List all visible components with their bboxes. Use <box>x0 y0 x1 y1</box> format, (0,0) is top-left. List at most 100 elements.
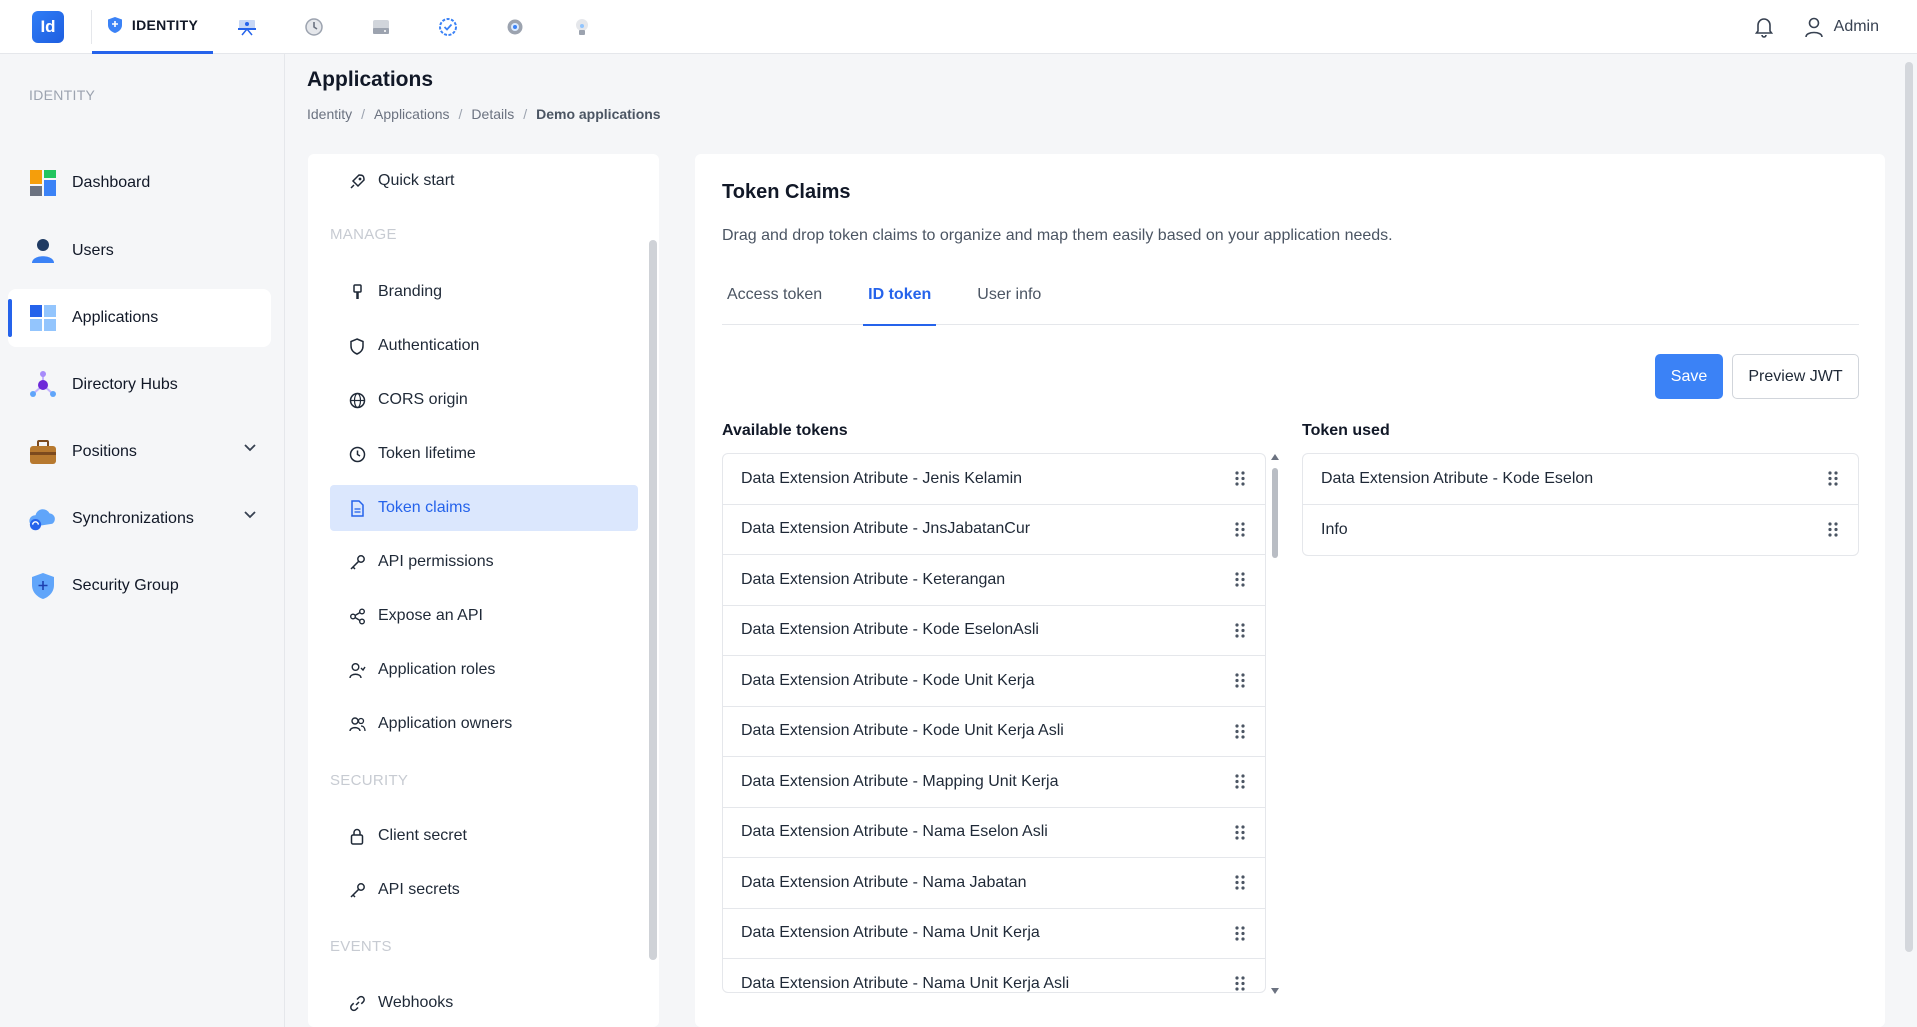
tab-access-token[interactable]: Access token <box>722 264 827 325</box>
page-scrollbar[interactable] <box>1905 62 1913 952</box>
drag-handle-icon[interactable] <box>1235 622 1245 638</box>
users-icon <box>348 715 366 733</box>
available-list-scrollbar[interactable] <box>1270 454 1280 994</box>
shield-icon <box>107 17 122 33</box>
scroll-thumb[interactable] <box>1272 468 1278 558</box>
token-row[interactable]: Data Extension Atribute - Nama Unit Kerj… <box>723 959 1265 993</box>
chevron-down-icon <box>244 444 256 452</box>
menu-item-application-owners[interactable]: Application owners <box>330 701 638 747</box>
tab-ideas[interactable] <box>548 0 615 54</box>
user-name[interactable]: Admin <box>1834 18 1879 36</box>
menu-item-cors-origin[interactable]: CORS origin <box>330 377 638 423</box>
menu-item-label: API secrets <box>378 881 460 898</box>
user-icon[interactable] <box>1804 16 1824 38</box>
tab-id-token[interactable]: ID token <box>863 264 937 326</box>
hub-icon <box>28 370 58 400</box>
sidebar-item-applications[interactable]: Applications <box>8 289 271 347</box>
sidebar-item-label: Users <box>72 242 114 259</box>
top-nav: IDENTITY <box>92 0 615 54</box>
menu-item-expose-api[interactable]: Expose an API <box>330 593 638 639</box>
sidebar-item-label: Security Group <box>72 577 179 594</box>
menu-item-token-claims[interactable]: Token claims <box>330 485 638 531</box>
token-row[interactable]: Data Extension Atribute - Kode Unit Kerj… <box>723 707 1265 757</box>
token-row[interactable]: Data Extension Atribute - Nama Eselon As… <box>723 808 1265 858</box>
drag-handle-icon[interactable] <box>1235 976 1245 991</box>
menu-item-webhooks[interactable]: Webhooks <box>330 980 638 1026</box>
token-row[interactable]: Info <box>1303 505 1858 556</box>
menu-item-quick-start[interactable]: Quick start <box>330 158 638 204</box>
token-label: Data Extension Atribute - Keterangan <box>741 570 1006 588</box>
token-tabs: Access token ID token User info <box>722 264 1859 326</box>
menu-item-label: Expose an API <box>378 607 483 624</box>
tab-history[interactable] <box>280 0 347 54</box>
menu-item-application-roles[interactable]: Application roles <box>330 647 638 693</box>
user-role-icon <box>348 661 366 679</box>
drag-handle-icon[interactable] <box>1235 521 1245 537</box>
menu-item-api-secrets[interactable]: API secrets <box>330 867 638 913</box>
breadcrumb-item[interactable]: Identity <box>307 106 352 122</box>
token-row[interactable]: Data Extension Atribute - Kode Eselon <box>1303 454 1858 505</box>
drag-handle-icon[interactable] <box>1235 824 1245 840</box>
drag-handle-icon[interactable] <box>1235 572 1245 587</box>
scroll-up-arrow[interactable] <box>1271 454 1279 460</box>
drag-handle-icon[interactable] <box>1235 673 1245 688</box>
tab-check[interactable] <box>414 0 481 54</box>
drag-handle-icon[interactable] <box>1235 925 1245 941</box>
sidebar: IDENTITY Dashboard Users Applications Di… <box>0 54 285 1027</box>
drag-handle-icon[interactable] <box>1828 471 1838 486</box>
token-label: Data Extension Atribute - Nama Jabatan <box>741 873 1027 891</box>
sidebar-item-positions[interactable]: Positions <box>8 423 271 481</box>
menu-item-token-lifetime[interactable]: Token lifetime <box>330 431 638 477</box>
tab-presentation[interactable] <box>213 0 280 54</box>
link-icon <box>348 994 366 1012</box>
document-icon <box>348 499 366 517</box>
token-row[interactable]: Data Extension Atribute - Jenis Kelamin <box>723 454 1265 505</box>
token-row[interactable]: Data Extension Atribute - Nama Jabatan <box>723 858 1265 909</box>
rocket-icon <box>348 172 366 190</box>
token-row[interactable]: Data Extension Atribute - Nama Unit Kerj… <box>723 909 1265 959</box>
token-label: Data Extension Atribute - Nama Unit Kerj… <box>741 975 1070 993</box>
scroll-down-arrow[interactable] <box>1271 988 1279 994</box>
menu-item-label: Application roles <box>378 661 496 678</box>
breadcrumb-separator: / <box>361 106 366 122</box>
tab-storage[interactable] <box>347 0 414 54</box>
sidebar-item-users[interactable]: Users <box>8 222 271 280</box>
token-row[interactable]: Data Extension Atribute - Kode Unit Kerj… <box>723 656 1265 707</box>
menu-scrollbar[interactable] <box>649 240 657 960</box>
token-row[interactable]: Data Extension Atribute - Mapping Unit K… <box>723 757 1265 808</box>
bell-icon[interactable] <box>1754 16 1774 38</box>
drag-handle-icon[interactable] <box>1235 723 1245 739</box>
token-label: Data Extension Atribute - Kode Eselon <box>1321 469 1594 487</box>
menu-item-authentication[interactable]: Authentication <box>330 323 638 369</box>
drag-handle-icon[interactable] <box>1235 471 1245 486</box>
sidebar-item-label: Directory Hubs <box>72 376 178 393</box>
app-logo[interactable]: Id <box>32 10 64 43</box>
save-button[interactable]: Save <box>1655 354 1723 399</box>
token-row[interactable]: Data Extension Atribute - Keterangan <box>723 555 1265 606</box>
drag-handle-icon[interactable] <box>1235 774 1245 789</box>
menu-section-events: EVENTS <box>330 938 392 955</box>
token-label: Data Extension Atribute - Nama Unit Kerj… <box>741 924 1040 942</box>
menu-item-client-secret[interactable]: Client secret <box>330 813 638 859</box>
breadcrumb-item[interactable]: Applications <box>374 106 450 122</box>
sidebar-section-title: IDENTITY <box>29 87 96 103</box>
token-row[interactable]: Data Extension Atribute - JnsJabatanCur <box>723 505 1265 555</box>
tab-settings[interactable] <box>481 0 548 54</box>
tab-identity[interactable]: IDENTITY <box>92 0 213 54</box>
menu-item-api-permissions[interactable]: API permissions <box>330 539 638 585</box>
sidebar-item-security-group[interactable]: Security Group <box>8 557 271 615</box>
menu-item-branding[interactable]: Branding <box>330 269 638 315</box>
tab-user-info[interactable]: User info <box>972 264 1046 325</box>
sidebar-item-dashboard[interactable]: Dashboard <box>8 154 271 212</box>
menu-item-label: CORS origin <box>378 391 468 408</box>
sidebar-item-label: Positions <box>72 443 137 460</box>
sidebar-item-synchronizations[interactable]: Synchronizations <box>8 490 271 548</box>
available-tokens-list: Data Extension Atribute - Jenis Kelamin D… <box>722 453 1266 993</box>
preview-jwt-button[interactable]: Preview JWT <box>1732 354 1859 399</box>
drag-handle-icon[interactable] <box>1235 875 1245 890</box>
menu-section-manage: MANAGE <box>330 226 397 243</box>
breadcrumb-item[interactable]: Details <box>471 106 514 122</box>
drag-handle-icon[interactable] <box>1828 521 1838 537</box>
sidebar-item-directory-hubs[interactable]: Directory Hubs <box>8 356 271 414</box>
token-row[interactable]: Data Extension Atribute - Kode EselonAsl… <box>723 606 1265 656</box>
